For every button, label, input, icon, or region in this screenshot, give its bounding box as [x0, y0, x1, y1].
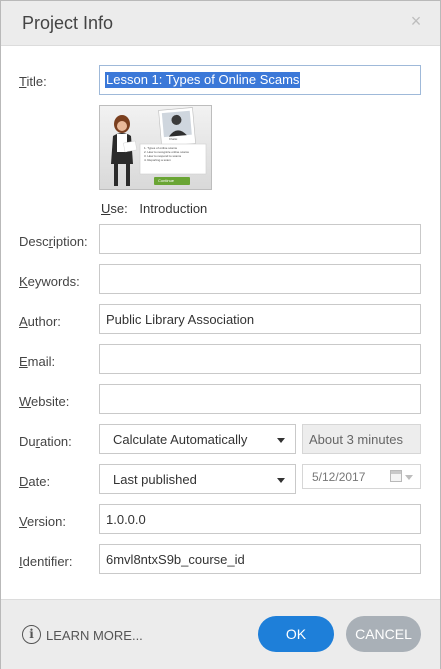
version-input[interactable] [100, 505, 420, 533]
dialog-footer: i LEARN MORE... OK CANCEL [1, 599, 440, 669]
keywords-label: Keywords: [19, 274, 80, 289]
chevron-down-icon [277, 478, 285, 483]
use-row: Use: Introduction [101, 201, 207, 216]
calendar-icon [390, 470, 402, 482]
thumbnail-name-tag: Khalie [169, 137, 178, 141]
version-field[interactable] [99, 504, 421, 534]
website-field[interactable] [99, 384, 421, 414]
email-label: Email: [19, 354, 56, 369]
author-input[interactable] [100, 305, 420, 333]
date-value: 5/12/2017 [312, 470, 366, 484]
date-select[interactable]: Last published [99, 464, 296, 494]
identifier-input[interactable] [100, 545, 420, 573]
project-info-dialog: Project Info × Title: Lesson 1: Types of… [0, 0, 441, 669]
email-field[interactable] [99, 344, 421, 374]
identifier-field[interactable] [99, 544, 421, 574]
title-value[interactable]: Lesson 1: Types of Online Scams [105, 72, 301, 88]
use-label: Use: [101, 201, 128, 216]
title-field[interactable]: Lesson 1: Types of Online Scams [99, 65, 421, 95]
description-input[interactable] [100, 225, 420, 253]
dialog-titlebar: Project Info × [1, 1, 440, 46]
duration-computed-value: About 3 minutes [309, 432, 403, 447]
chevron-down-icon [405, 475, 413, 480]
cancel-button[interactable]: CANCEL [346, 616, 421, 652]
keywords-field[interactable] [99, 264, 421, 294]
dialog-title: Project Info [22, 13, 114, 33]
date-selected: Last published [113, 472, 197, 487]
close-icon[interactable]: × [408, 12, 424, 30]
chevron-down-icon [277, 438, 285, 443]
thumbnail-continue-label: Continue [158, 178, 175, 183]
description-field[interactable] [99, 224, 421, 254]
website-label: Website: [19, 394, 70, 409]
ok-button[interactable]: OK [258, 616, 334, 652]
use-value: Introduction [139, 201, 208, 216]
duration-computed: About 3 minutes [302, 424, 421, 454]
website-input[interactable] [100, 385, 420, 413]
date-picker: 5/12/2017 [302, 464, 421, 489]
identifier-label: Identifier: [19, 554, 73, 569]
duration-select[interactable]: Calculate Automatically [99, 424, 296, 454]
duration-label: Duration: [19, 434, 72, 449]
duration-selected: Calculate Automatically [113, 432, 248, 447]
version-label: Version: [19, 514, 66, 529]
learn-more-label: LEARN MORE... [46, 628, 143, 643]
author-field[interactable] [99, 304, 421, 334]
keywords-input[interactable] [100, 265, 420, 293]
project-thumbnail[interactable]: Khalie 1. Types of online scams 2. How t… [99, 105, 212, 190]
thumbnail-bullet-list: 1. Types of online scams 2. How to recog… [144, 146, 204, 162]
author-label: Author: [19, 314, 61, 329]
title-label: Title: [19, 74, 47, 89]
info-icon: i [22, 625, 41, 644]
email-input[interactable] [100, 345, 420, 373]
date-label: Date: [19, 474, 51, 489]
description-label: Description: [19, 234, 88, 249]
thumbnail-bullet: 4. Reporting a scam [144, 158, 171, 162]
